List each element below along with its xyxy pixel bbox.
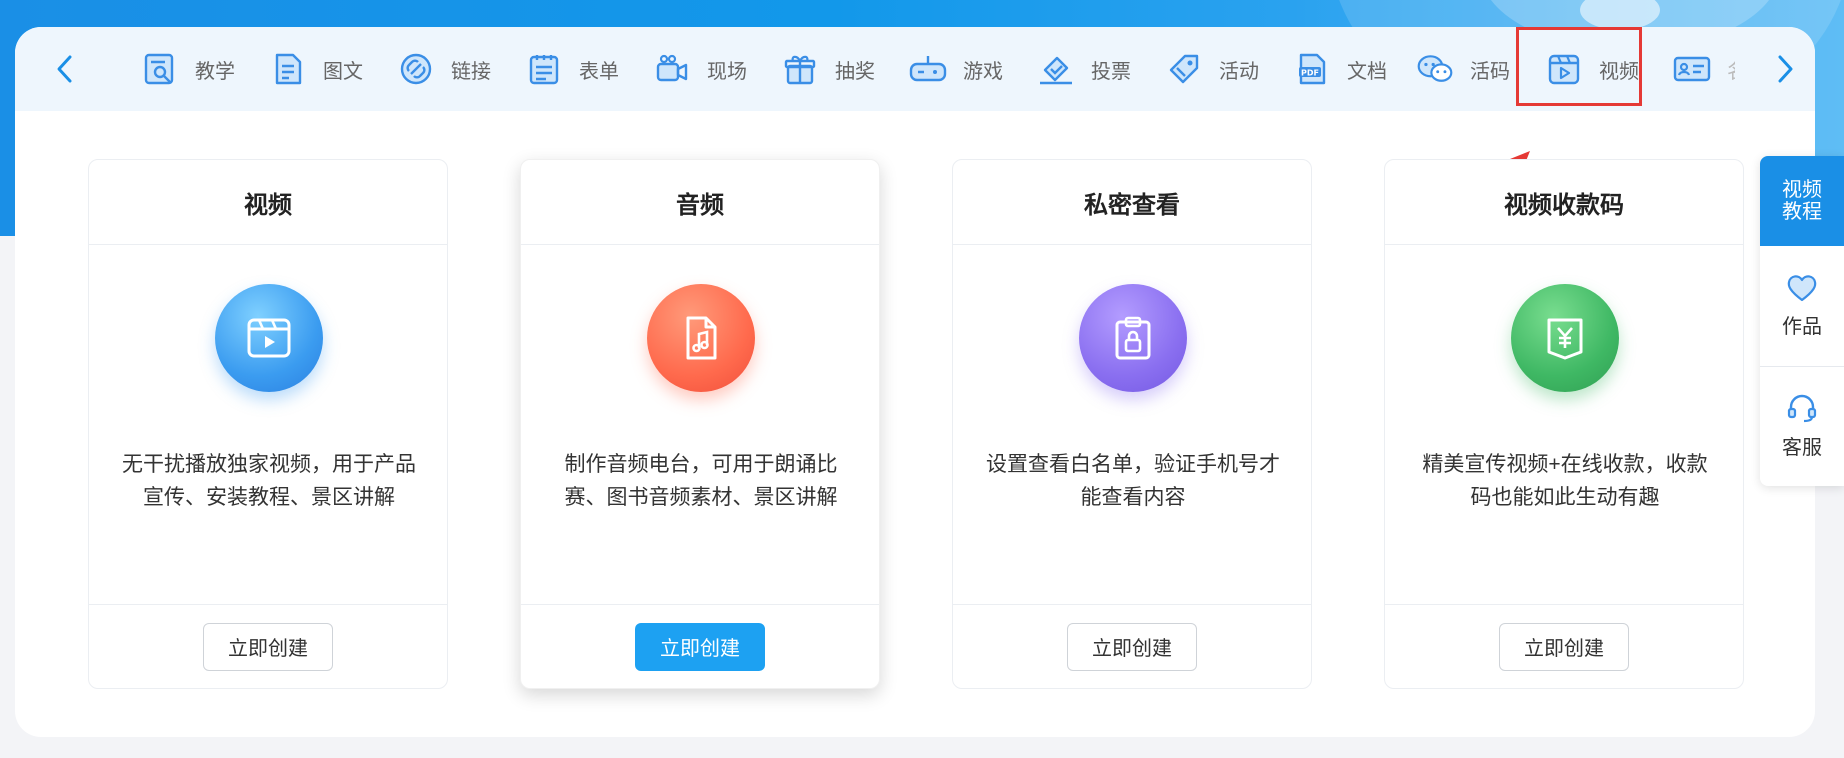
card-description: 制作音频电台，可用于朗诵比赛、图书音频素材、景区讲解	[564, 453, 838, 509]
card-audio: 音频 制作音频电台，可用于朗诵比赛、图书音频素材、景区讲解 立即创建	[520, 159, 880, 689]
tab-list: 教学 图文 链接 表单 现场 抽奖 游戏 投票 活动 PDF 文档 活码 视频	[125, 27, 1735, 111]
lock-clipboard-icon	[1079, 284, 1187, 392]
tab-label: 文档	[1347, 60, 1387, 83]
svg-text:PDF: PDF	[1301, 69, 1319, 78]
create-video-button[interactable]: 立即创建	[203, 622, 333, 671]
card-description: 精美宣传视频+在线收款，收款码也能如此生动有趣	[1422, 453, 1708, 509]
card-footer: 立即创建	[1385, 604, 1743, 688]
tab-graphic-text[interactable]: 图文	[269, 27, 363, 111]
tab-label: 活码	[1470, 60, 1510, 83]
tab-label: 游戏	[963, 60, 1003, 83]
tab-activity[interactable]: 活动	[1165, 27, 1259, 111]
create-private-view-button[interactable]: 立即创建	[1067, 622, 1197, 671]
tab-teaching[interactable]: 教学	[141, 27, 235, 111]
tab-lottery[interactable]: 抽奖	[781, 27, 875, 111]
card-video: 视频 无干扰播放独家视频，用于产品宣传、安装教程、景区讲解 立即创建	[88, 159, 448, 689]
pdf-icon: PDF	[1293, 50, 1331, 88]
tab-link[interactable]: 链接	[397, 27, 491, 111]
tab-label: 现场	[707, 60, 747, 83]
vote-icon	[1037, 50, 1075, 88]
tab-label: 视频	[1599, 60, 1639, 83]
card-title: 视频收款码	[1385, 160, 1743, 245]
gamepad-icon	[909, 50, 947, 88]
tab-card[interactable]: 名	[1673, 27, 1735, 111]
tab-live[interactable]: 现场	[653, 27, 747, 111]
card-video-payment-code: 视频收款码 精美宣传视频+在线收款，收款码也能如此生动有趣 立即创建	[1384, 159, 1744, 689]
wechat-icon	[1416, 50, 1454, 88]
tab-document[interactable]: PDF 文档	[1293, 27, 1387, 111]
category-tabbar: 教学 图文 链接 表单 现场 抽奖 游戏 投票 活动 PDF 文档 活码 视频	[15, 27, 1815, 111]
tab-vote[interactable]: 投票	[1037, 27, 1131, 111]
gift-icon	[781, 50, 819, 88]
works-label: 作品	[1782, 315, 1822, 338]
customer-service-label: 客服	[1782, 437, 1822, 459]
floating-sidebar: 视频教程 作品 客服	[1760, 156, 1844, 486]
tab-live-code[interactable]: 活码	[1416, 27, 1510, 111]
video-play-icon	[215, 284, 323, 392]
video-tutorial-button[interactable]: 视频教程	[1760, 156, 1844, 246]
card-footer: 立即创建	[953, 604, 1311, 688]
card-title: 私密查看	[953, 160, 1311, 245]
tab-label: 教学	[195, 60, 235, 83]
tab-video[interactable]: 视频	[1545, 27, 1639, 111]
create-video-payment-code-button[interactable]: 立即创建	[1499, 622, 1629, 671]
music-file-icon	[647, 284, 755, 392]
document-text-icon	[269, 50, 307, 88]
link-icon	[397, 50, 435, 88]
headset-icon	[1787, 394, 1817, 423]
tab-label: 图文	[323, 60, 363, 83]
card-private-view: 私密查看 设置查看白名单，验证手机号才能查看内容 立即创建	[952, 159, 1312, 689]
form-icon	[525, 50, 563, 88]
chevron-left-icon	[57, 55, 72, 83]
customer-service-button[interactable]: 客服	[1760, 366, 1844, 486]
tab-label: 活动	[1219, 60, 1259, 83]
card-footer: 立即创建	[89, 604, 447, 688]
teaching-icon	[141, 50, 179, 88]
card-description: 设置查看白名单，验证手机号才能查看内容	[986, 453, 1280, 509]
yuan-icon	[1511, 284, 1619, 392]
tab-label: 表单	[579, 60, 619, 83]
tab-label: 链接	[451, 60, 491, 83]
tab-label: 名	[1727, 55, 1735, 84]
works-button[interactable]: 作品	[1760, 246, 1844, 366]
heart-icon	[1787, 274, 1817, 301]
main-panel: 教学 图文 链接 表单 现场 抽奖 游戏 投票 活动 PDF 文档 活码 视频 …	[15, 27, 1815, 737]
card-title: 音频	[521, 160, 879, 245]
id-card-icon	[1673, 50, 1711, 88]
tab-game[interactable]: 游戏	[909, 27, 1003, 111]
tab-label: 抽奖	[835, 60, 875, 83]
card-footer: 立即创建	[521, 604, 879, 688]
tab-label: 投票	[1091, 60, 1131, 83]
tag-icon	[1165, 50, 1203, 88]
video-tutorial-label: 视频教程	[1782, 179, 1822, 223]
create-audio-button[interactable]: 立即创建	[635, 622, 765, 671]
camera-icon	[653, 50, 691, 88]
tab-form[interactable]: 表单	[525, 27, 619, 111]
card-title: 视频	[89, 160, 447, 245]
chevron-right-icon	[1778, 55, 1793, 83]
video-icon	[1545, 50, 1583, 88]
card-description: 无干扰播放独家视频，用于产品宣传、安装教程、景区讲解	[122, 453, 416, 509]
next-tabs-button[interactable]	[1765, 49, 1805, 89]
prev-tabs-button[interactable]	[45, 49, 85, 89]
